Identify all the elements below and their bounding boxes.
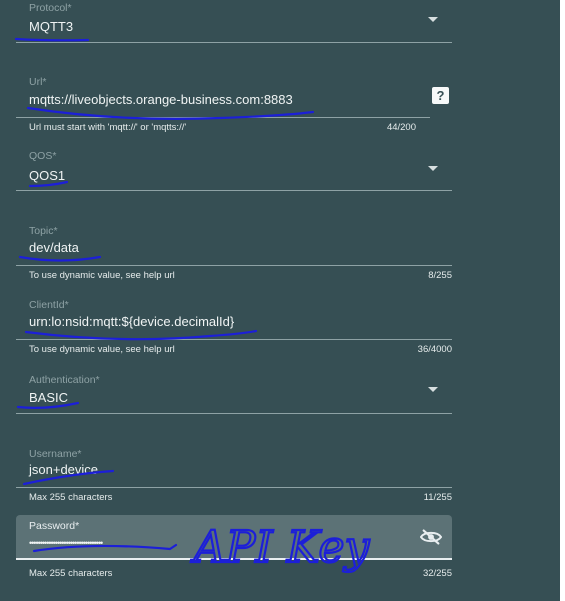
username-input[interactable]: json+device [29, 462, 98, 477]
qos-underline [16, 190, 452, 191]
help-icon[interactable]: ? [432, 87, 449, 104]
client-id-label: ClientId* [29, 299, 69, 311]
username-underline [16, 487, 452, 488]
client-id-counter: 36/4000 [417, 344, 452, 355]
topic-input[interactable]: dev/data [29, 240, 79, 255]
url-underline [16, 117, 430, 118]
client-id-underline [16, 339, 452, 340]
url-counter: 44/200 [386, 122, 416, 133]
username-counter: 11/255 [423, 492, 452, 503]
authentication-label: Authentication* [29, 374, 100, 386]
topic-field[interactable]: Topic* dev/data To use dynamic value, se… [16, 221, 452, 287]
topic-underline [16, 265, 452, 266]
qos-label: QOS* [29, 150, 57, 162]
username-label: Username* [29, 448, 82, 460]
url-input[interactable]: mqtts://liveobjects.orange-business.com:… [29, 92, 293, 107]
chevron-down-icon[interactable] [428, 17, 438, 22]
connector-form: Protocol* MQTT3 Url* mqtts://liveobjects… [0, 0, 560, 601]
password-hint: Max 255 characters [29, 568, 113, 579]
protocol-value: MQTT3 [29, 19, 74, 34]
authentication-underline [16, 413, 452, 414]
protocol-underline [16, 42, 452, 43]
protocol-select[interactable]: Protocol* MQTT3 [16, 0, 452, 43]
client-id-hint: To use dynamic value, see help url [29, 344, 175, 355]
password-label: Password* [29, 520, 80, 532]
topic-counter: 8/255 [428, 270, 452, 281]
url-label: Url* [29, 76, 47, 88]
client-id-input[interactable]: urn:lo:nsid:mqtt:${device.decimalId} [29, 314, 234, 329]
authentication-value: BASIC [29, 390, 69, 405]
qos-value: QOS1 [29, 168, 66, 183]
qos-select[interactable]: QOS* QOS1 [16, 146, 452, 191]
chevron-down-icon[interactable] [428, 166, 438, 171]
topic-hint: To use dynamic value, see help url [29, 270, 175, 281]
password-helper: Max 255 characters 32/255 [16, 560, 452, 584]
client-id-field[interactable]: ClientId* urn:lo:nsid:mqtt:${device.deci… [16, 295, 452, 361]
authentication-select[interactable]: Authentication* BASIC [16, 370, 452, 414]
url-field[interactable]: Url* mqtts://liveobjects.orange-business… [16, 70, 452, 136]
eye-off-icon[interactable] [420, 529, 442, 545]
chevron-down-icon[interactable] [428, 387, 438, 392]
username-hint: Max 255 characters [29, 492, 113, 503]
protocol-label: Protocol* [29, 2, 72, 14]
username-field[interactable]: Username* json+device Max 255 characters… [16, 444, 452, 510]
password-counter: 32/255 [422, 568, 452, 579]
url-hint: Url must start with 'mqtt://' or 'mqtts:… [29, 122, 187, 133]
topic-label: Topic* [29, 225, 58, 237]
password-input[interactable]: •••••••••••••••••••••••••••••••••• [29, 538, 103, 548]
password-field[interactable]: Password* ••••••••••••••••••••••••••••••… [16, 515, 452, 560]
